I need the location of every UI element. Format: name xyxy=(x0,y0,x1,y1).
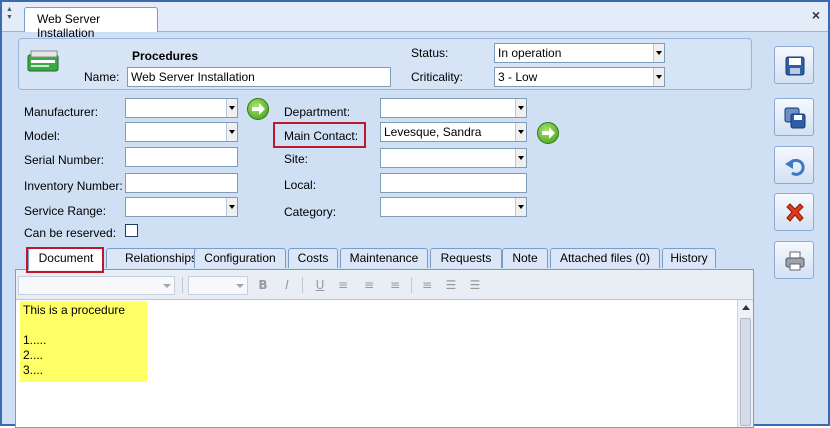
tab-configuration[interactable]: Configuration xyxy=(194,248,286,268)
title-bar: ▲ ▼ Web Server Installation × xyxy=(2,2,828,40)
tab-maintenance[interactable]: Maintenance xyxy=(340,248,428,268)
save-as-button[interactable] xyxy=(774,98,814,136)
model-dropdown-icon[interactable] xyxy=(226,123,237,141)
manufacturer-dropdown-icon[interactable] xyxy=(226,99,237,117)
document-tab[interactable]: Web Server Installation xyxy=(24,7,158,40)
toolbar-separator xyxy=(302,277,303,293)
tab-costs[interactable]: Costs xyxy=(288,248,338,268)
site-select[interactable] xyxy=(380,148,527,168)
procedure-icon xyxy=(27,50,59,72)
editor-toolbar: B I U ≡ ≡ ≡ ≡ ☰ ☰ xyxy=(16,270,753,300)
status-label: Status: xyxy=(411,46,449,60)
category-label: Category: xyxy=(284,205,337,219)
tab-requests[interactable]: Requests xyxy=(430,248,502,268)
undo-button[interactable] xyxy=(774,146,814,184)
serial-number-label: Serial Number: xyxy=(24,153,105,167)
name-label: Name: xyxy=(84,70,120,84)
criticality-label: Criticality: xyxy=(411,70,464,84)
local-field[interactable] xyxy=(380,173,527,193)
toolbar-separator xyxy=(411,277,412,293)
model-label: Model: xyxy=(24,129,61,143)
manufacturer-select[interactable] xyxy=(125,98,238,118)
header-panel: Procedures Name: Web Server Installation… xyxy=(18,38,752,90)
font-dropdown-icon[interactable] xyxy=(163,284,171,288)
status-select[interactable]: In operation xyxy=(494,43,665,63)
align-center-icon[interactable]: ≡ xyxy=(360,277,378,294)
tab-history[interactable]: History xyxy=(662,248,716,268)
font-select[interactable] xyxy=(18,276,175,295)
serial-number-field[interactable] xyxy=(125,147,238,167)
editor-line: 2.... xyxy=(23,348,44,362)
section-title: Procedures xyxy=(132,49,199,63)
manufacturer-label: Manufacturer: xyxy=(24,105,99,119)
tab-attached-files[interactable]: Attached files (0) xyxy=(550,248,660,268)
editor-line: This is a procedure xyxy=(23,303,126,317)
bullet-list-icon[interactable]: ☰ xyxy=(442,277,460,294)
bold-icon[interactable]: B xyxy=(254,277,272,294)
tab-note[interactable]: Note xyxy=(502,248,548,268)
tab-scroll-icon[interactable]: ▲ ▼ xyxy=(6,6,13,22)
status-dropdown-icon[interactable] xyxy=(653,44,664,62)
editor-content[interactable]: This is a procedure 1..... 2.... 3.... xyxy=(20,301,147,382)
italic-icon[interactable]: I xyxy=(278,277,296,294)
scroll-up-icon[interactable] xyxy=(742,305,750,310)
reservable-checkbox[interactable] xyxy=(125,224,138,237)
criticality-select[interactable]: 3 - Low xyxy=(494,67,665,87)
editor-line: 3.... xyxy=(23,363,44,377)
department-select[interactable] xyxy=(380,98,527,118)
main-contact-dropdown-icon[interactable] xyxy=(515,123,526,141)
main-contact-go-icon[interactable] xyxy=(537,122,559,144)
tab-document[interactable]: Document xyxy=(28,248,104,270)
site-dropdown-icon[interactable] xyxy=(515,149,526,167)
inventory-number-field[interactable] xyxy=(125,173,238,193)
department-label: Department: xyxy=(284,105,351,119)
reservable-label: Can be reserved: xyxy=(24,226,117,240)
print-button[interactable] xyxy=(774,241,814,279)
delete-button[interactable] xyxy=(774,193,814,231)
status-value: In operation xyxy=(498,46,562,60)
font-size-dropdown-icon[interactable] xyxy=(236,284,244,288)
undo-icon xyxy=(785,158,805,176)
print-icon xyxy=(785,251,805,271)
service-range-select[interactable] xyxy=(125,197,238,217)
editor-line: 1..... xyxy=(23,333,47,347)
delete-icon xyxy=(786,203,804,222)
scroll-thumb[interactable] xyxy=(740,318,751,426)
local-label: Local: xyxy=(284,178,317,192)
editor-scrollbar[interactable] xyxy=(737,300,753,427)
align-right-icon[interactable]: ≡ xyxy=(386,277,404,294)
criticality-dropdown-icon[interactable] xyxy=(653,68,664,86)
category-select[interactable] xyxy=(380,197,527,217)
save-icon xyxy=(785,56,805,76)
main-contact-label: Main Contact: xyxy=(284,129,359,143)
align-left-icon[interactable]: ≡ xyxy=(334,277,352,294)
inventory-number-label: Inventory Number: xyxy=(24,179,123,193)
model-select[interactable] xyxy=(125,122,238,142)
main-contact-select[interactable]: Levesque, Sandra xyxy=(380,122,527,142)
site-label: Site: xyxy=(284,152,309,166)
font-size-select[interactable] xyxy=(188,276,248,295)
toolbar-separator xyxy=(182,277,183,293)
service-range-label: Service Range: xyxy=(24,204,107,218)
criticality-value: 3 - Low xyxy=(498,70,538,84)
numbered-list-icon[interactable]: ☰ xyxy=(466,277,484,294)
document-editor: B I U ≡ ≡ ≡ ≡ ☰ ☰ This is a procedure 1.… xyxy=(15,269,754,428)
service-range-dropdown-icon[interactable] xyxy=(226,198,237,216)
department-dropdown-icon[interactable] xyxy=(515,99,526,117)
underline-icon[interactable]: U xyxy=(311,277,329,294)
category-dropdown-icon[interactable] xyxy=(515,198,526,216)
save-as-icon xyxy=(784,107,806,129)
justify-icon[interactable]: ≡ xyxy=(418,277,436,294)
close-icon[interactable]: × xyxy=(812,7,820,23)
save-button[interactable] xyxy=(774,46,814,84)
main-contact-value: Levesque, Sandra xyxy=(384,125,482,139)
procedure-window: ▲ ▼ Web Server Installation × Procedures … xyxy=(0,0,830,428)
name-field[interactable]: Web Server Installation xyxy=(127,67,391,87)
manufacturer-go-icon[interactable] xyxy=(247,98,269,120)
